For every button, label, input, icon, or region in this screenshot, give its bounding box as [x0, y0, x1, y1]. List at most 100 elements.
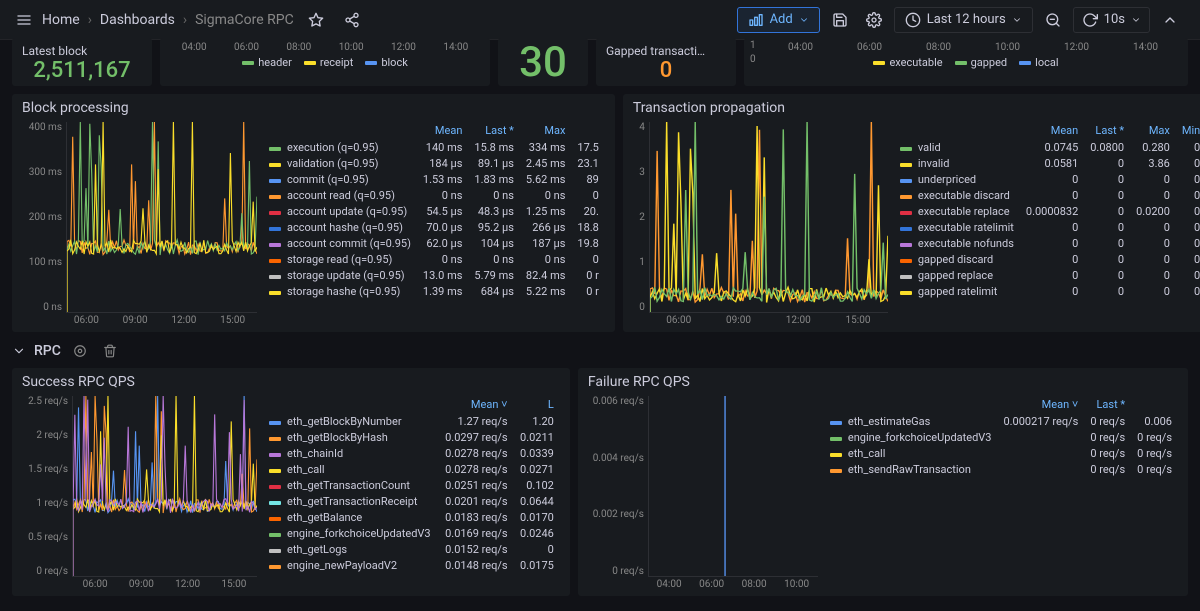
chevron-up-icon[interactable]: [1156, 6, 1184, 34]
legend-col[interactable]: [824, 396, 998, 413]
fq-legend-header[interactable]: Mean ˅Last *: [824, 396, 1178, 413]
legend-col[interactable]: Mean ˅: [438, 396, 513, 413]
star-icon[interactable]: [302, 6, 330, 34]
legend-col[interactable]: Max: [520, 122, 572, 139]
txp-plot[interactable]: [649, 122, 888, 313]
legend-row[interactable]: eth_getBalance0.0183 req/s0.0170: [263, 509, 560, 525]
block-processing-panel[interactable]: Block processing 400 ms300 ms200 ms100 m…: [12, 94, 615, 332]
legend-col[interactable]: Max: [1130, 122, 1176, 139]
rpc-row-title[interactable]: RPC: [34, 343, 61, 359]
legend-row[interactable]: gapped discard0000: [894, 251, 1200, 267]
bp-legend-header[interactable]: MeanLast *Max: [263, 122, 605, 139]
add-button[interactable]: Add: [737, 7, 820, 33]
tx-propagation-panel[interactable]: Transaction propagation 43210 06:0009:00…: [623, 94, 1200, 332]
legend-row[interactable]: executable discard0000: [894, 187, 1200, 203]
legend-item[interactable]: receipt: [304, 56, 354, 69]
legend-row[interactable]: eth_getLogs0.0152 req/s0: [263, 541, 560, 557]
success-qps-panel[interactable]: Success RPC QPS 2.5 req/s2 req/s1.5 req/…: [12, 368, 570, 596]
breadcrumb-dashboards[interactable]: Dashboards: [100, 12, 175, 28]
legend-row[interactable]: engine_forkchoiceUpdatedV30 req/s0 req/s: [824, 429, 1178, 445]
legend-row[interactable]: validation (q=0.95)184 µs89.1 µs2.45 ms2…: [263, 155, 605, 171]
legend-item[interactable]: local: [1019, 56, 1058, 69]
legend-row[interactable]: eth_getTransactionCount0.0251 req/s0.102: [263, 477, 560, 493]
breadcrumb-current[interactable]: SigmaCore RPC: [195, 12, 294, 28]
legend-row[interactable]: account commit (q=0.95)62.0 µs104 µs187 …: [263, 235, 605, 251]
legend-row[interactable]: engine_forkchoiceUpdatedV30.0169 req/s0.…: [263, 525, 560, 541]
bp-legend: MeanLast *Maxexecution (q=0.95)140 ms15.…: [263, 122, 605, 326]
failure-qps-panel[interactable]: Failure RPC QPS 0.006 req/s0.004 req/s0.…: [578, 368, 1188, 596]
legend-row[interactable]: eth_call0 req/s0 req/s: [824, 445, 1178, 461]
legend-row[interactable]: storage hashe (q=0.95)1.39 ms684 µs5.22 …: [263, 283, 605, 299]
connected-peers-panel[interactable]: 30: [498, 38, 588, 86]
legend-col[interactable]: L: [514, 396, 560, 413]
sq-legend-header[interactable]: Mean ˅L: [263, 396, 560, 413]
sq-plot[interactable]: [72, 396, 257, 577]
share-icon[interactable]: [338, 6, 366, 34]
fq-xaxis: 04:0006:0008:0010:00: [588, 579, 818, 590]
legend-row[interactable]: gapped replace0000: [894, 267, 1200, 283]
breadcrumb-home[interactable]: Home: [42, 12, 80, 28]
legend-row[interactable]: eth_getBlockByNumber1.27 req/s1.20: [263, 413, 560, 429]
connected-value: 30: [519, 38, 567, 87]
legend-row[interactable]: eth_getBlockByHash0.0297 req/s0.0211: [263, 429, 560, 445]
time-range-button[interactable]: Last 12 hours: [894, 7, 1033, 33]
top-nav: Home › Dashboards › SigmaCore RPC Add La…: [0, 0, 1200, 40]
legend-row[interactable]: executable replace0.000083200.02000: [894, 203, 1200, 219]
legend-col[interactable]: Last *: [1084, 122, 1130, 139]
bp-plot[interactable]: [66, 122, 257, 313]
legend-row[interactable]: storage read (q=0.95)0 ns0 ns0 ns0: [263, 251, 605, 267]
legend-col[interactable]: [894, 122, 1020, 139]
legend-row[interactable]: account update (q=0.95)54.5 µs48.3 µs1.2…: [263, 203, 605, 219]
legend-col[interactable]: [571, 122, 604, 139]
legend-row[interactable]: eth_estimateGas0.000217 req/s0 req/s0.00…: [824, 413, 1178, 429]
save-icon[interactable]: [826, 6, 854, 34]
legend-col[interactable]: [263, 122, 417, 139]
legend-item[interactable]: gapped: [955, 56, 1008, 69]
legend-row[interactable]: executable nofunds0000: [894, 235, 1200, 251]
mini-chart-1[interactable]: 04:0006:0008:0010:0012:0014:00 headerrec…: [160, 38, 490, 86]
legend-row[interactable]: invalid0.058103.860: [894, 155, 1200, 171]
mini2-ytick: 0: [750, 54, 756, 65]
legend-col[interactable]: Min: [1176, 122, 1200, 139]
legend-row[interactable]: execution (q=0.95)140 ms15.8 ms334 ms17.…: [263, 139, 605, 155]
legend-item[interactable]: header: [242, 56, 292, 69]
legend-row[interactable]: account read (q=0.95)0 ns0 ns0 ns0: [263, 187, 605, 203]
gear-icon[interactable]: [69, 340, 91, 362]
legend-row[interactable]: engine_newPayloadV20.0148 req/s0.0175: [263, 557, 560, 573]
fq-plot[interactable]: [648, 396, 818, 577]
legend-row[interactable]: executable ratelimit0000: [894, 219, 1200, 235]
legend-row[interactable]: account hashe (q=0.95)70.0 µs95.2 µs266 …: [263, 219, 605, 235]
legend-col[interactable]: Mean: [1020, 122, 1084, 139]
mini2-xaxis: 04:0006:0008:0010:0012:0014:00: [752, 42, 1180, 53]
legend-col[interactable]: [263, 396, 438, 413]
legend-row[interactable]: underpriced0000: [894, 171, 1200, 187]
gapped-tx-panel[interactable]: Gapped transacti… 0: [596, 38, 736, 86]
chevron-down-icon[interactable]: [12, 344, 26, 358]
latest-block-panel[interactable]: Latest block 2,511,167: [12, 38, 152, 86]
refresh-button[interactable]: 10s: [1073, 7, 1150, 33]
legend-row[interactable]: commit (q=0.95)1.53 ms1.83 ms5.62 ms89: [263, 171, 605, 187]
legend-row[interactable]: eth_sendRawTransaction0 req/s0 req/s: [824, 461, 1178, 477]
trash-icon[interactable]: [99, 340, 121, 362]
fq-yaxis: 0.006 req/s0.004 req/s0.002 req/s0 req/s: [588, 396, 648, 577]
legend-item[interactable]: block: [365, 56, 407, 69]
legend-col[interactable]: Last *: [1084, 396, 1131, 413]
txp-legend-header[interactable]: MeanLast *MaxMin: [894, 122, 1200, 139]
legend-row[interactable]: eth_chainId0.0278 req/s0.0339: [263, 445, 560, 461]
mini-chart-2[interactable]: 1 0 04:0006:0008:0010:0012:0014:00 execu…: [744, 38, 1188, 86]
legend-col[interactable]: Last *: [468, 122, 520, 139]
zoom-out-icon[interactable]: [1039, 6, 1067, 34]
legend-col[interactable]: Mean: [417, 122, 469, 139]
legend-row[interactable]: valid0.07450.08000.2800: [894, 139, 1200, 155]
hamburger-icon[interactable]: [16, 12, 32, 28]
gear-icon[interactable]: [860, 6, 888, 34]
legend-row[interactable]: storage update (q=0.95)13.0 ms5.79 ms82.…: [263, 267, 605, 283]
legend-col[interactable]: [1131, 396, 1178, 413]
legend-col[interactable]: Mean ˅: [997, 396, 1084, 413]
legend-row[interactable]: eth_call0.0278 req/s0.0271: [263, 461, 560, 477]
legend-row[interactable]: eth_getTransactionReceipt0.0201 req/s0.0…: [263, 493, 560, 509]
legend-item[interactable]: executable: [873, 56, 942, 69]
top-nav-right: Add Last 12 hours 10s: [737, 6, 1184, 34]
legend-row[interactable]: gapped ratelimit0000: [894, 283, 1200, 299]
latest-block-title: Latest block: [22, 44, 142, 58]
